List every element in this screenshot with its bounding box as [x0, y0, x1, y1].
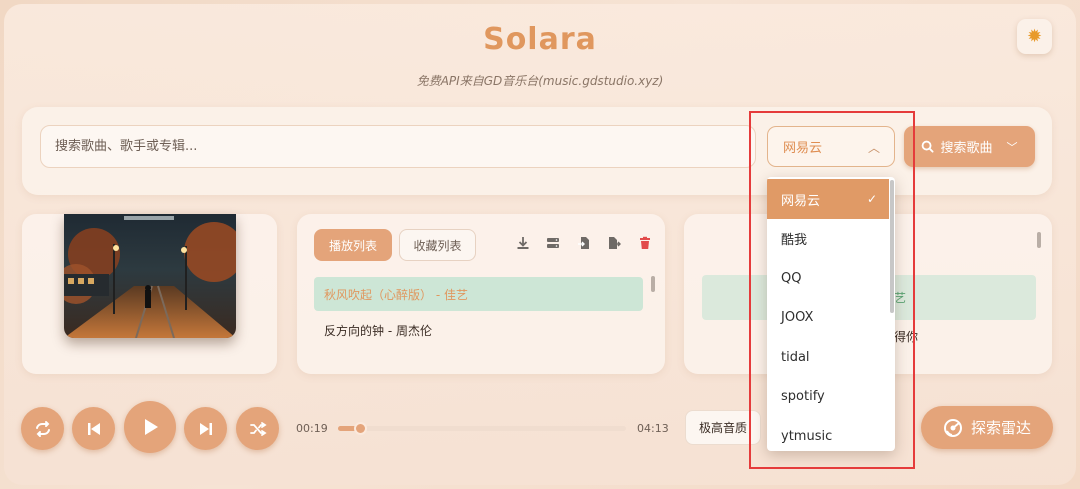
source-option-label: 网易云: [781, 193, 821, 209]
app-title: Solara: [483, 22, 597, 57]
dropdown-scrollbar[interactable]: [890, 180, 894, 313]
radar-icon: [943, 418, 962, 437]
play-icon: [145, 419, 158, 435]
duration-time: 04:13: [637, 422, 669, 435]
source-option-ytmusic[interactable]: ytmusic: [767, 416, 889, 451]
explore-radar-label: 探索雷达: [970, 419, 1031, 437]
shuffle-icon: [249, 421, 267, 436]
search-input[interactable]: [40, 125, 756, 168]
source-option-spotify[interactable]: spotify: [767, 376, 889, 416]
storage-icon[interactable]: [544, 236, 562, 254]
source-option-joox[interactable]: JOOX: [767, 297, 889, 337]
previous-button[interactable]: [72, 407, 115, 450]
source-option-label: ytmusic: [781, 428, 833, 444]
progress-bar[interactable]: [338, 422, 626, 435]
source-option-kuwo[interactable]: 酷我: [767, 218, 889, 258]
album-cover: [64, 214, 236, 338]
playlist-scrollbar[interactable]: [651, 276, 655, 292]
source-select[interactable]: 网易云 ︿: [767, 126, 895, 167]
app-subtitle: 免费API来自GD音乐台(music.gdstudio.xyz): [416, 74, 664, 88]
explore-radar-button[interactable]: 探索雷达: [921, 406, 1053, 449]
source-select-value: 网易云: [783, 141, 823, 156]
tab-favorites[interactable]: 收藏列表: [399, 229, 476, 261]
check-icon: ✓: [866, 192, 877, 206]
source-option-label: tidal: [781, 349, 810, 365]
source-option-label: spotify: [781, 388, 825, 404]
playlist-item-active[interactable]: 秋风吹起（心醉版） - 佳艺: [314, 277, 643, 311]
playlist-item[interactable]: 反方向的钟 - 周杰伦: [314, 313, 643, 347]
tab-playlist[interactable]: 播放列表: [314, 229, 392, 261]
source-dropdown-menu: 网易云 ✓ 酷我 QQ JOOX tidal spotify ytmusic: [767, 177, 895, 451]
theme-toggle-button[interactable]: ✹: [1017, 19, 1052, 54]
search-button-label: 搜索歌曲: [940, 141, 993, 156]
source-option-tidal[interactable]: tidal: [767, 337, 889, 377]
skip-forward-icon: [199, 422, 212, 435]
chevron-up-icon: ︿: [867, 141, 880, 155]
progress-handle[interactable]: [354, 422, 367, 435]
quality-button[interactable]: 极高音质: [685, 410, 761, 445]
song-title: 秋风吹起（心醉版） - 佳艺: [324, 287, 468, 302]
sun-icon: ✹: [1026, 26, 1043, 47]
lyrics-fragment-active: 艺: [894, 291, 907, 305]
current-time: 00:19: [296, 422, 328, 435]
search-icon: [922, 140, 935, 153]
song-title: 反方向的钟 - 周杰伦: [324, 323, 432, 338]
source-option-qq[interactable]: QQ: [767, 258, 889, 298]
chevron-down-icon[interactable]: ﹀: [1007, 139, 1018, 155]
trash-icon[interactable]: [636, 236, 654, 254]
download-icon[interactable]: [514, 236, 532, 254]
repeat-icon: [35, 420, 50, 437]
import-icon[interactable]: [575, 236, 593, 254]
source-option-label: 酷我: [781, 232, 808, 248]
play-button[interactable]: [124, 401, 176, 453]
export-icon[interactable]: [605, 236, 623, 254]
next-button[interactable]: [184, 407, 227, 450]
source-option-netease[interactable]: 网易云 ✓: [767, 179, 889, 219]
lyrics-scrollbar[interactable]: [1037, 232, 1041, 248]
skip-back-icon: [87, 422, 100, 435]
source-option-label: QQ: [781, 270, 802, 286]
shuffle-button[interactable]: [236, 407, 279, 450]
repeat-button[interactable]: [21, 407, 64, 450]
source-option-label: JOOX: [781, 309, 814, 325]
lyrics-fragment: 得你: [894, 330, 919, 344]
search-button[interactable]: 搜索歌曲 ﹀: [904, 126, 1035, 167]
